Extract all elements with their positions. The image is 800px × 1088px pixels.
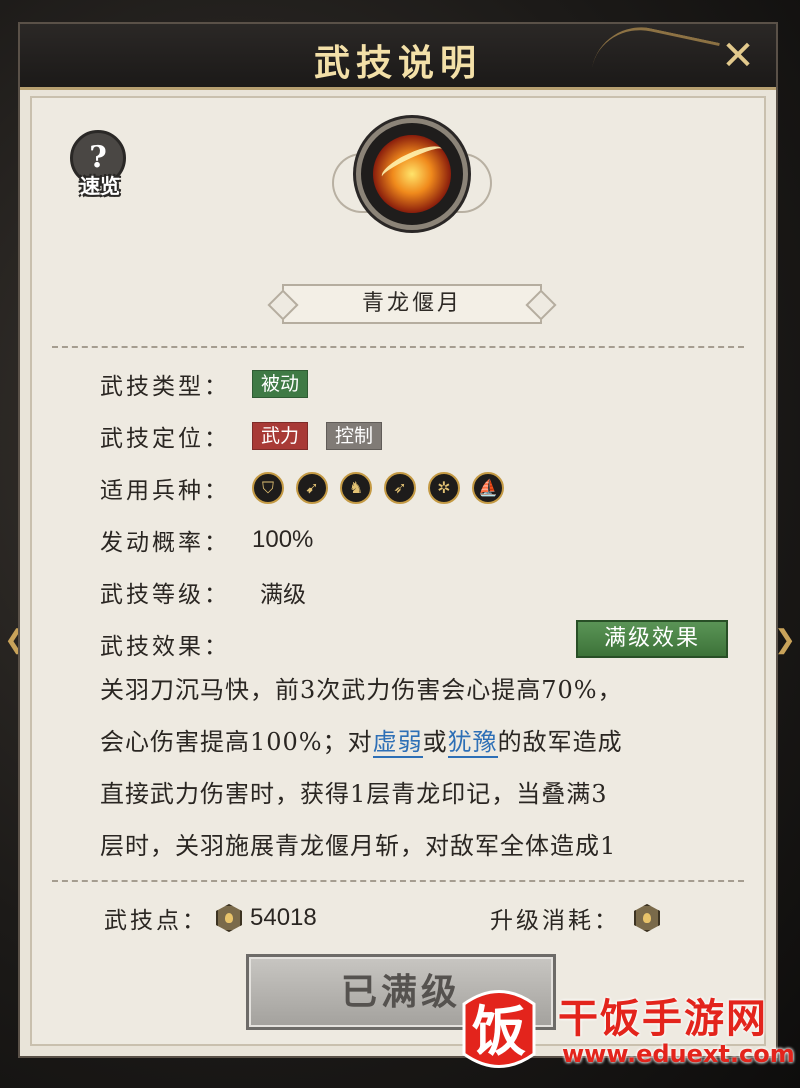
description-line-3: 直接武力伤害时，获得1层青龙印记，当叠满3 xyxy=(100,780,608,808)
skill-level-row: 武技等级： 满级 xyxy=(100,574,306,610)
navy-troop-icon: ⛵ xyxy=(472,472,504,504)
trigger-rate-value: 100% xyxy=(252,526,314,553)
skill-effect-label: 武技效果： xyxy=(100,634,230,660)
passive-tag: 被动 xyxy=(252,370,309,398)
watermark-logo-icon: 饭 xyxy=(462,990,536,1068)
upgrade-cost-row: 升级消耗： xyxy=(490,898,668,938)
dialog-title: 武技说明 xyxy=(313,42,482,84)
skill-level-value: 满级 xyxy=(260,582,306,608)
skill-points-row: 武技点： 54018 xyxy=(104,898,317,938)
chariot-troop-icon: ✲ xyxy=(428,472,460,504)
hesitate-status-link[interactable]: 犹豫 xyxy=(447,728,498,758)
troop-types-row: 适用兵种： ⛉ ➹ ♞ ➶ ✲ ⛵ xyxy=(100,470,516,506)
skill-position-label: 武技定位： xyxy=(100,426,230,452)
trigger-rate-label: 发动概率： xyxy=(100,530,230,556)
force-tag: 武力 xyxy=(252,422,309,450)
description-line-1: 关羽刀沉马快，前3次武力伤害会心提高70%， xyxy=(100,676,623,704)
cavalry-troop-icon: ♞ xyxy=(340,472,372,504)
watermark-url: www.eduext.com xyxy=(562,1040,795,1068)
dialog-content: ? 速览 青龙偃月 武技类型： 被动 武技定位： 武力 控制 适用兵种： ⛉ ➹ xyxy=(30,96,766,1046)
weak-status-link[interactable]: 虚弱 xyxy=(372,728,423,758)
skill-type-row: 武技类型： 被动 xyxy=(100,366,326,402)
quick-view-button[interactable]: ? 速览 xyxy=(70,130,130,200)
skill-icon-frame xyxy=(332,118,492,258)
control-tag: 控制 xyxy=(326,422,383,450)
skill-info-dialog: 武技说明 ✕ ? 速览 青龙偃月 武技类型： 被动 武技定位： 武力 控制 适用… xyxy=(18,18,778,1058)
skill-name: 青龙偃月 xyxy=(282,284,542,324)
skill-level-label: 武技等级： xyxy=(100,582,230,608)
dialog-titlebar: 武技说明 ✕ xyxy=(20,18,776,92)
skill-effect-row: 武技效果： xyxy=(100,626,252,662)
divider-bottom xyxy=(52,880,744,882)
skill-position-row: 武技定位： 武力 控制 xyxy=(100,418,400,454)
upgrade-cost-coin-icon xyxy=(634,904,660,932)
trigger-rate-row: 发动概率： 100% xyxy=(100,522,313,558)
troop-types-label: 适用兵种： xyxy=(100,478,230,504)
description-line-4: 层时，关羽施展青龙偃月斩，对敌军全体造成1 xyxy=(100,832,617,860)
upgrade-cost-label: 升级消耗： xyxy=(490,908,620,934)
crescent-blade-skill-icon xyxy=(356,118,468,230)
skill-type-label: 武技类型： xyxy=(100,374,230,400)
archer-troop-icon: ➶ xyxy=(384,472,416,504)
skill-description: 关羽刀沉马快，前3次武力伤害会心提高70%， 会心伤害提高100%；对虚弱或犹豫… xyxy=(100,664,720,874)
divider-top xyxy=(52,346,744,348)
skill-points-label: 武技点： xyxy=(104,908,208,934)
skill-point-coin-icon xyxy=(216,904,242,932)
close-icon[interactable]: ✕ xyxy=(714,32,762,80)
site-watermark: 饭 干饭手游网 www.eduext.com xyxy=(454,984,795,1074)
max-level-effect-button[interactable]: 满级效果 xyxy=(576,620,728,658)
skill-points-value: 54018 xyxy=(250,904,317,931)
spear-troop-icon: ➹ xyxy=(296,472,328,504)
svg-text:饭: 饭 xyxy=(472,1000,526,1063)
description-line-2: 会心伤害提高100%；对虚弱或犹豫的敌军造成 xyxy=(100,728,623,758)
watermark-brand: 干饭手游网 xyxy=(558,996,768,1042)
quick-view-label: 速览 xyxy=(80,174,120,198)
shield-troop-icon: ⛉ xyxy=(252,472,284,504)
